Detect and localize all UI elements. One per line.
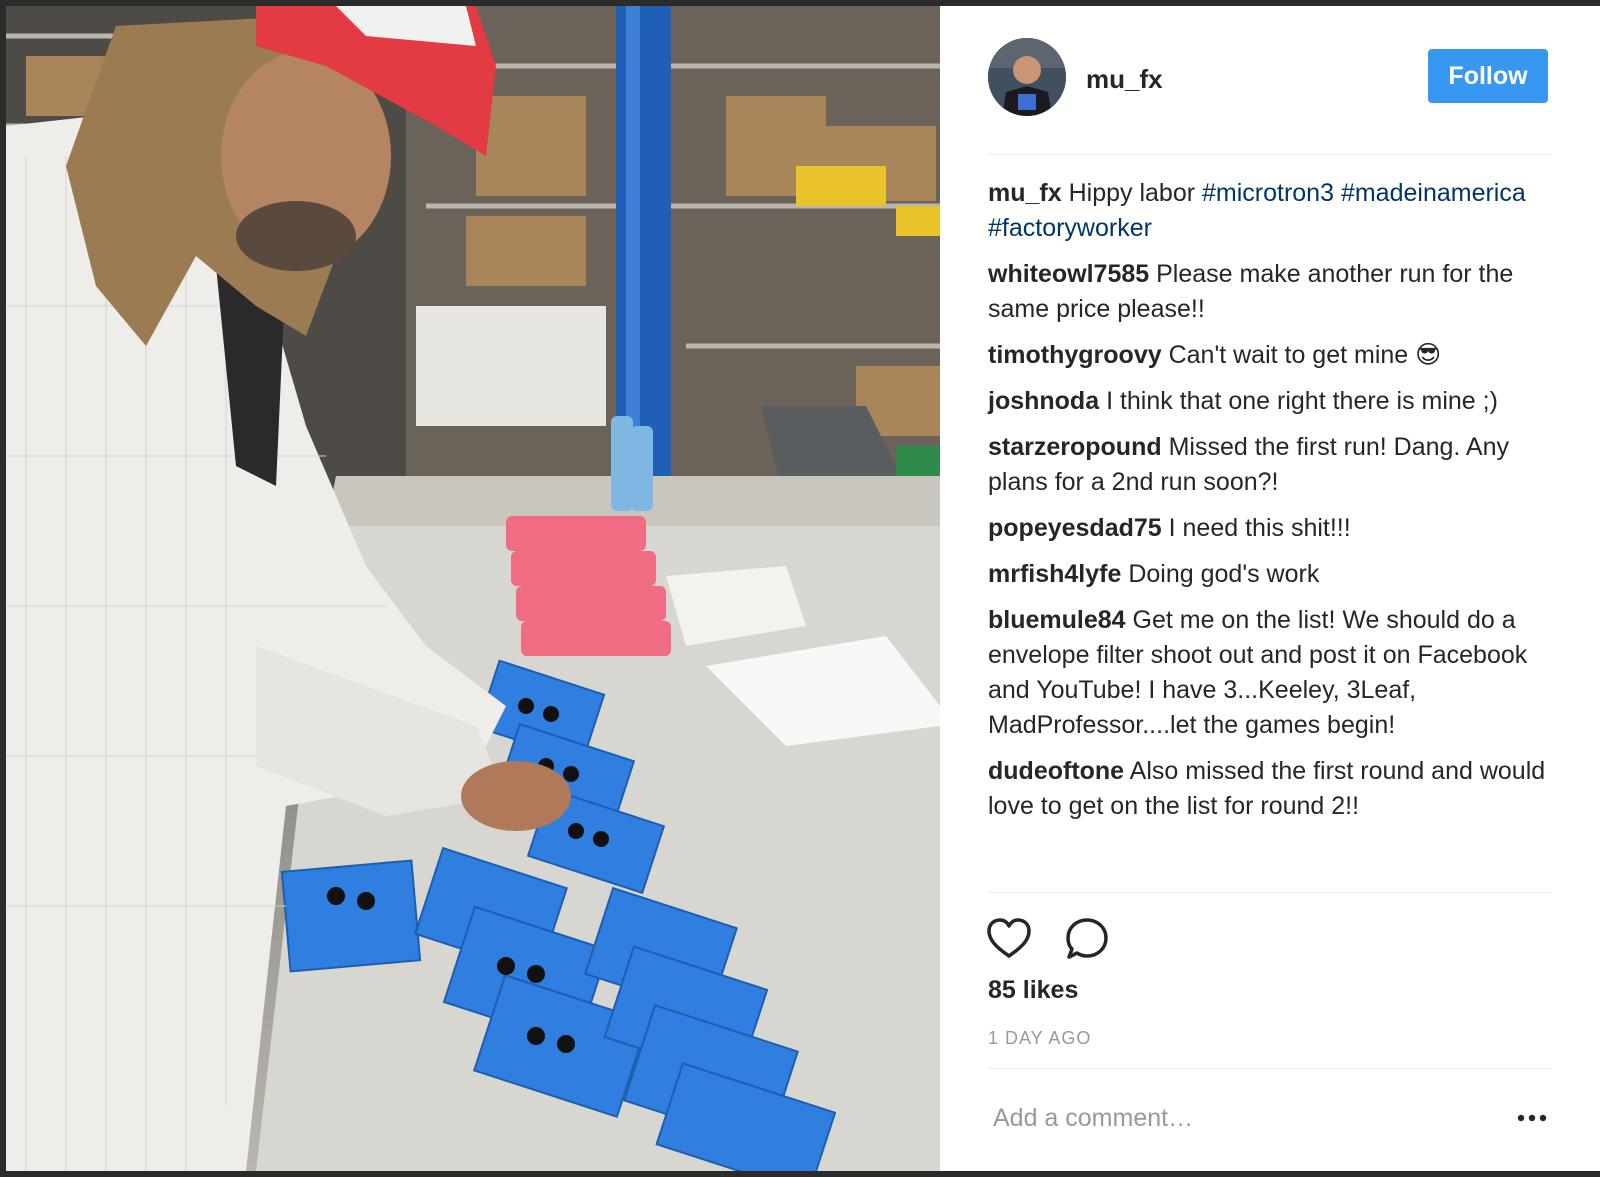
ellipsis-icon[interactable] [1512, 1103, 1552, 1133]
comment-username[interactable]: popeyesdad75 [988, 514, 1162, 542]
caption: mu_fx Hippy labor #microtron3 #madeiname… [988, 176, 1552, 246]
comment-text: Can't wait to get mine 😎 [1168, 341, 1442, 369]
heart-icon[interactable] [984, 914, 1034, 964]
header-divider [988, 154, 1552, 155]
comment-item: dudeoftone Also missed the first round a… [988, 754, 1552, 824]
follow-button[interactable]: Follow [1428, 49, 1548, 103]
comment-box-divider [988, 1068, 1552, 1069]
comment-username[interactable]: timothygroovy [988, 341, 1162, 369]
comment-username[interactable]: dudeoftone [988, 757, 1124, 785]
comment-item: joshnoda I think that one right there is… [988, 384, 1552, 419]
post-photo[interactable] [6, 6, 940, 1171]
workshop-photo-illustration [6, 6, 940, 1171]
likes-count[interactable]: 85 likes [988, 976, 1078, 1005]
comments-list: mu_fx Hippy labor #microtron3 #madeiname… [988, 176, 1552, 835]
comment-item: whiteowl7585 Please make another run for… [988, 257, 1552, 327]
hashtag-link[interactable]: #microtron3 [1202, 179, 1334, 207]
comment-username[interactable]: starzeropound [988, 433, 1162, 461]
actions-divider [988, 892, 1552, 893]
speech-bubble-icon[interactable] [1062, 914, 1112, 964]
comment-username[interactable]: mrfish4lyfe [988, 560, 1121, 588]
comment-item: mrfish4lyfe Doing god's work [988, 557, 1552, 592]
comment-input[interactable] [988, 1103, 1512, 1133]
comment-text: Doing god's work [1128, 560, 1320, 588]
comment-username[interactable]: whiteowl7585 [988, 260, 1149, 288]
comment-item: bluemule84 Get me on the list! We should… [988, 603, 1552, 743]
comment-username[interactable]: joshnoda [988, 387, 1099, 415]
author-username[interactable]: mu_fx [1086, 64, 1163, 95]
hashtag-link[interactable]: #madeinamerica [1341, 179, 1526, 207]
caption-text: Hippy labor [1068, 179, 1196, 207]
post-actions [984, 914, 1184, 966]
comment-item: timothygroovy Can't wait to get mine 😎 [988, 338, 1552, 373]
post-side-panel: mu_fx Follow mu_fx Hippy labor #microtro… [940, 6, 1600, 1171]
comment-username[interactable]: bluemule84 [988, 606, 1126, 634]
post-timestamp[interactable]: 1 DAY AGO [988, 1028, 1091, 1049]
add-comment-bar [988, 1082, 1552, 1154]
instagram-post-modal: mu_fx Follow mu_fx Hippy labor #microtro… [6, 6, 1600, 1171]
post-header: mu_fx Follow [940, 6, 1600, 154]
avatar-image [988, 38, 1066, 116]
comment-item: popeyesdad75 I need this shit!!! [988, 511, 1552, 546]
hashtag-link[interactable]: #factoryworker [988, 214, 1152, 242]
caption-username[interactable]: mu_fx [988, 179, 1062, 207]
author-avatar[interactable] [988, 38, 1066, 116]
comment-text: I think that one right there is mine ;) [1106, 387, 1498, 415]
comment-text: I need this shit!!! [1168, 514, 1351, 542]
comment-item: starzeropound Missed the first run! Dang… [988, 430, 1552, 500]
